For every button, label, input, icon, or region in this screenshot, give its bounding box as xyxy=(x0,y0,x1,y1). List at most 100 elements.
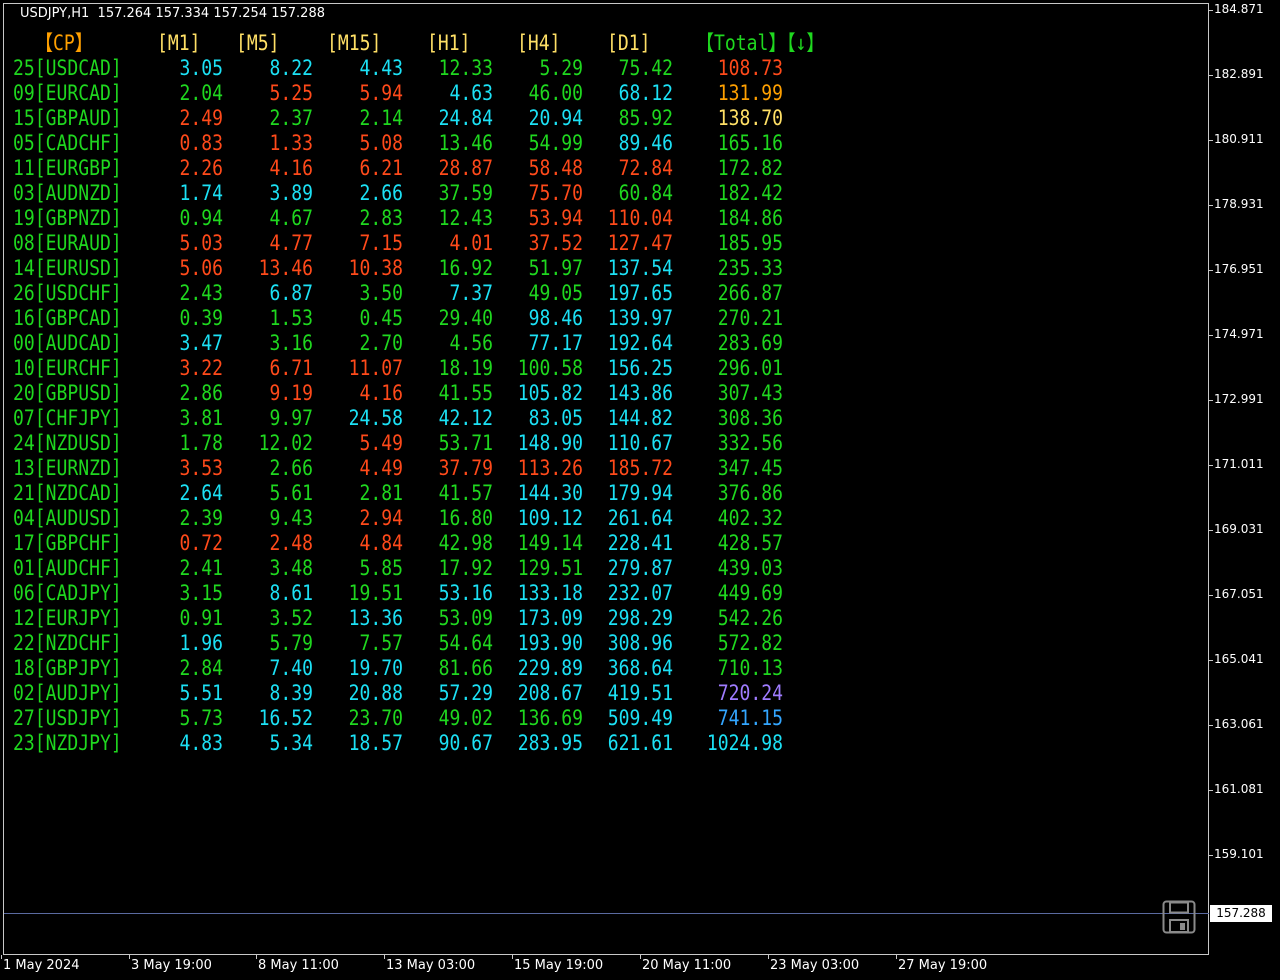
price-tick-mark xyxy=(1209,790,1213,791)
price-tick-mark xyxy=(1209,335,1213,336)
price-tick-label: 172.991 xyxy=(1214,392,1264,406)
value-d1: 143.86 xyxy=(607,381,673,405)
value-total: 376.86 xyxy=(717,481,783,505)
chart-title: USDJPY,H1 157.264 157.334 157.254 157.28… xyxy=(20,6,325,21)
pair-label: 02[AUDJPY] xyxy=(13,681,122,705)
pair-label: 26[USDCHF] xyxy=(13,281,122,305)
pair-label: 20[GBPUSD] xyxy=(13,381,122,405)
price-tick-label: 182.891 xyxy=(1214,67,1264,81)
price-tick-label: 165.041 xyxy=(1214,652,1264,666)
value-d1: 509.49 xyxy=(607,706,673,730)
value-total: 235.33 xyxy=(717,256,783,280)
time-tick-mark xyxy=(256,955,257,959)
price-tick-label: 163.061 xyxy=(1214,717,1264,731)
pair-label: 17[GBPCHF] xyxy=(13,531,122,555)
price-tick-mark xyxy=(1209,855,1213,856)
value-total: 138.70 xyxy=(717,106,783,130)
value-total: 402.32 xyxy=(717,506,783,530)
time-tick-label: 27 May 19:00 xyxy=(898,958,988,973)
pair-label: 18[GBPJPY] xyxy=(13,656,122,680)
time-tick-mark xyxy=(768,955,769,959)
pair-label: 10[EURCHF] xyxy=(13,356,122,380)
price-tick-mark xyxy=(1209,400,1213,401)
value-d1: 192.64 xyxy=(607,331,673,355)
value-total: 332.56 xyxy=(717,431,783,455)
pair-label: 24[NZDUSD] xyxy=(13,431,122,455)
value-d1: 368.64 xyxy=(607,656,673,680)
value-d1: 308.96 xyxy=(607,631,673,655)
value-d1: 621.61 xyxy=(607,731,673,755)
price-tick-label: 171.011 xyxy=(1214,457,1264,471)
price-tick-label: 169.031 xyxy=(1214,522,1264,536)
value-d1: 179.94 xyxy=(607,481,673,505)
value-total: 182.42 xyxy=(717,181,783,205)
value-total: 347.45 xyxy=(717,456,783,480)
price-tick-mark xyxy=(1209,725,1213,726)
value-total: 131.99 xyxy=(717,81,783,105)
value-total: 741.15 xyxy=(717,706,783,730)
value-d1: 68.12 xyxy=(618,81,673,105)
price-tick-mark xyxy=(1209,10,1213,11)
value-total: 184.86 xyxy=(717,206,783,230)
time-tick-label: 8 May 11:00 xyxy=(258,958,339,973)
price-tick-mark xyxy=(1209,595,1213,596)
header-cp: 【CP】 xyxy=(35,31,93,55)
value-total: 720.24 xyxy=(717,681,783,705)
value-total: 283.69 xyxy=(717,331,783,355)
pair-label: 08[EURAUD] xyxy=(13,231,122,255)
price-tick-label: 178.931 xyxy=(1214,197,1264,211)
value-total: 1024.98 xyxy=(706,731,783,755)
pair-label: 00[AUDCAD] xyxy=(13,331,122,355)
header-d1: [D1] xyxy=(607,31,651,55)
price-axis[interactable]: 184.871 182.891 180.911 178.931 176.951 174.9… xyxy=(1209,0,1280,955)
value-total: 108.73 xyxy=(717,56,783,80)
current-price-tag: 157.288 xyxy=(1210,905,1272,922)
value-d1: 298.29 xyxy=(607,606,673,630)
pair-label: 21[NZDCAD] xyxy=(13,481,122,505)
value-total: 572.82 xyxy=(717,631,783,655)
time-tick-label: 20 May 11:00 xyxy=(642,958,732,973)
save-icon[interactable] xyxy=(1162,900,1196,934)
price-tick-label: 167.051 xyxy=(1214,587,1264,601)
value-d1: 85.92 xyxy=(618,106,673,130)
pair-label: 15[GBPAUD] xyxy=(13,106,122,130)
time-tick-mark xyxy=(384,955,385,959)
value-total: 428.57 xyxy=(717,531,783,555)
value-total: 710.13 xyxy=(717,656,783,680)
pair-label: 13[EURNZD] xyxy=(13,456,122,480)
time-tick-mark xyxy=(129,955,130,959)
value-d1: 75.42 xyxy=(618,56,673,80)
value-d1: 419.51 xyxy=(607,681,673,705)
value-d1: 197.65 xyxy=(607,281,673,305)
value-d1: 185.72 xyxy=(607,456,673,480)
value-total: 542.26 xyxy=(717,606,783,630)
value-d1: 127.47 xyxy=(607,231,673,255)
pair-label: 01[AUDCHF] xyxy=(13,556,122,580)
time-tick-mark xyxy=(512,955,513,959)
value-d1: 139.97 xyxy=(607,306,673,330)
pair-label: 06[CADJPY] xyxy=(13,581,122,605)
value-total: 165.16 xyxy=(717,131,783,155)
pair-label: 12[EURJPY] xyxy=(13,606,122,630)
pair-label: 23[NZDJPY] xyxy=(13,731,122,755)
value-d1: 232.07 xyxy=(607,581,673,605)
value-d1: 60.84 xyxy=(618,181,673,205)
price-tick-mark xyxy=(1209,465,1213,466)
time-tick-label: 15 May 19:00 xyxy=(514,958,604,973)
value-d1: 228.41 xyxy=(607,531,673,555)
value-total: 308.36 xyxy=(717,406,783,430)
value-d1: 72.84 xyxy=(618,156,673,180)
value-total: 172.82 xyxy=(717,156,783,180)
time-tick-label: 1 May 2024 xyxy=(3,958,80,973)
pair-label: 16[GBPCAD] xyxy=(13,306,122,330)
header-m15: [M15] xyxy=(327,31,382,55)
pair-label: 04[AUDUSD] xyxy=(13,506,122,530)
header-h1: [H1] xyxy=(427,31,471,55)
value-d1: 279.87 xyxy=(607,556,673,580)
pair-label: 22[NZDCHF] xyxy=(13,631,122,655)
pair-label: 09[EURCAD] xyxy=(13,81,122,105)
current-price-line xyxy=(4,913,1209,914)
header-h4: [H4] xyxy=(517,31,561,55)
value-d1: 110.04 xyxy=(607,206,673,230)
price-tick-label: 174.971 xyxy=(1214,327,1264,341)
